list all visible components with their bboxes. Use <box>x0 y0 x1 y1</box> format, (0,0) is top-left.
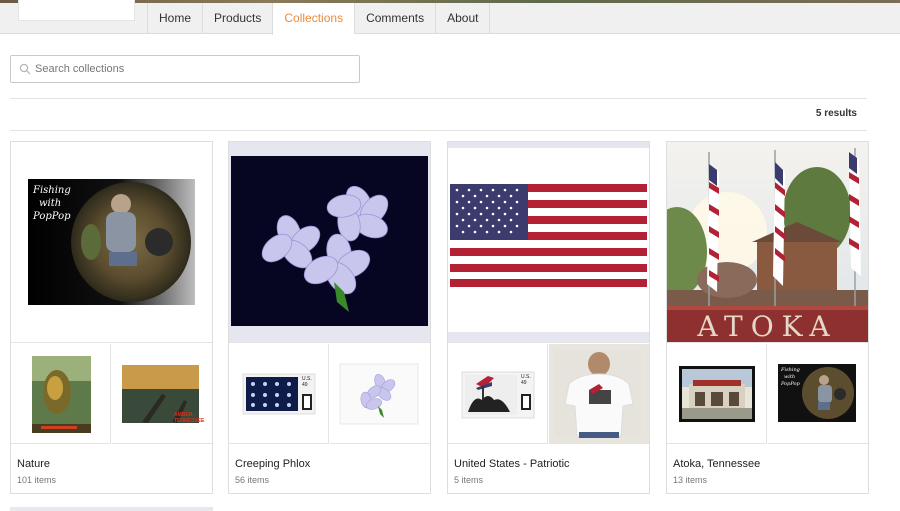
tab-comments[interactable]: Comments <box>354 3 435 34</box>
collection-thumb-1[interactable]: U.S. 49 <box>229 344 329 444</box>
search-icon <box>19 63 31 75</box>
collection-name[interactable]: Atoka, Tennessee <box>673 458 760 470</box>
collection-thumb-1[interactable]: U.S. 49 <box>448 344 548 444</box>
collection-thumb-1[interactable] <box>667 344 767 444</box>
divider-top <box>10 98 867 99</box>
collection-card-nature[interactable]: Fishing with PopPop AMBER, TENNESSEE Nat… <box>10 141 213 494</box>
collection-item-count: 5 items <box>454 475 484 485</box>
collection-card-united-states-patriotic[interactable]: U.S. 49 United States - Patriotic 5 item… <box>447 141 650 494</box>
collection-cover-image[interactable]: Fishing with PopPop <box>11 142 212 343</box>
collection-cover-image[interactable]: ATOKA <box>667 142 868 343</box>
stamp-denomination: U.S. 49 <box>521 374 531 386</box>
collection-item-count: 56 items <box>235 475 270 485</box>
cover-text-line: with <box>39 198 62 209</box>
nav-tabs: Home Products Collections Comments About <box>147 3 491 35</box>
divider-bottom <box>10 130 867 131</box>
cover-text-line: PopPop <box>33 211 71 222</box>
collection-thumb-2[interactable] <box>330 344 430 444</box>
collection-card-atoka-tennessee[interactable]: ATOKA Fishing with PopPop Atoka, Tenness… <box>666 141 869 494</box>
thumb-text-line: Fishing <box>781 367 800 373</box>
collection-item-count: 13 items <box>673 475 708 485</box>
collection-cover-image[interactable] <box>229 142 430 343</box>
results-count: 5 results <box>815 108 857 119</box>
stamp-denomination: U.S. 49 <box>302 376 312 388</box>
collection-cover-image[interactable] <box>448 142 649 343</box>
search-box <box>10 55 360 83</box>
tab-home[interactable]: Home <box>147 3 202 34</box>
thumb-caption: AMBER, TENNESSEE <box>174 412 205 424</box>
collection-thumb-2[interactable] <box>549 344 649 444</box>
tab-products[interactable]: Products <box>202 3 272 34</box>
top-navigation: Home Products Collections Comments About <box>0 0 900 35</box>
collection-thumb-2[interactable]: Fishing with PopPop <box>768 344 868 444</box>
cover-sign-text: ATOKA <box>697 310 838 343</box>
tab-about[interactable]: About <box>435 3 491 34</box>
collection-thumb-1[interactable] <box>11 344 111 444</box>
collection-thumb-2[interactable]: AMBER, TENNESSEE <box>112 344 212 444</box>
thumb-text-line: with <box>784 374 796 380</box>
collection-item-count: 101 items <box>17 475 57 485</box>
collection-card-creeping-phlox[interactable]: U.S. 49 Creeping Phlox 56 items <box>228 141 431 494</box>
search-input[interactable] <box>35 57 355 81</box>
store-logo[interactable] <box>18 0 135 21</box>
thumb-text-line: PopPop <box>781 381 800 387</box>
cover-text-line: Fishing <box>33 185 71 196</box>
next-row-card-edge <box>10 507 213 511</box>
collection-name[interactable]: Creeping Phlox <box>235 458 310 470</box>
collection-name[interactable]: United States - Patriotic <box>454 458 570 470</box>
collection-name[interactable]: Nature <box>17 458 50 470</box>
tab-collections[interactable]: Collections <box>272 3 355 35</box>
